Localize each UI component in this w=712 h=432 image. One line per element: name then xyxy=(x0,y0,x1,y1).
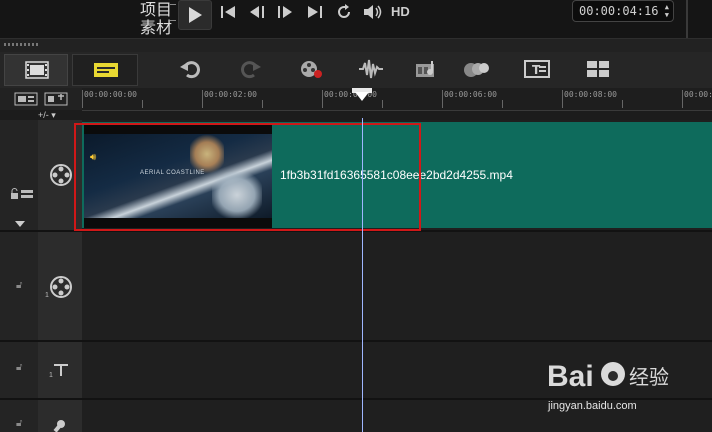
timecode-display[interactable]: 00:00:04:16 ▲ ▼ xyxy=(572,0,674,22)
divider xyxy=(686,0,688,38)
resize-grip-icon[interactable] xyxy=(4,43,40,46)
undo-button[interactable] xyxy=(176,57,204,81)
title-icon: T xyxy=(524,60,550,78)
storyboard-view-button[interactable] xyxy=(4,54,68,86)
lock-icon[interactable]: 🔓︎ xyxy=(16,362,22,373)
ruler-minor-tick xyxy=(622,100,623,108)
watermark-url: jingyan.baidu.com xyxy=(548,400,637,412)
ruler-tick-label: 00:00:02:00 xyxy=(204,90,257,99)
ruler-minor-tick xyxy=(262,100,263,108)
zoom-control[interactable]: +/- ▾ xyxy=(38,110,82,120)
skip-to-start-button[interactable] xyxy=(219,4,237,25)
ruler-major-tick xyxy=(442,90,443,108)
track-separator xyxy=(0,340,712,342)
track-lock-ripple-icon[interactable] xyxy=(10,188,34,202)
chapter-marker-icon[interactable] xyxy=(44,92,68,106)
skip-to-end-icon xyxy=(308,6,322,18)
ruler-header xyxy=(0,88,82,110)
ruler-minor-tick xyxy=(502,100,503,108)
svg-text:Bai: Bai xyxy=(547,360,594,393)
title-track-icon xyxy=(54,364,68,376)
mode-indicator xyxy=(170,20,176,21)
step-forward-button[interactable] xyxy=(276,4,296,25)
undo-icon xyxy=(180,61,200,79)
selection-highlight xyxy=(74,123,421,231)
motion-track-button[interactable] xyxy=(463,57,491,81)
play-button[interactable] xyxy=(178,0,212,30)
ruler-tick-label: 00:00:08:00 xyxy=(564,90,617,99)
volume-button[interactable] xyxy=(362,3,384,26)
ruler-tick-label: 00:00:00:00 xyxy=(84,90,137,99)
repeat-button[interactable] xyxy=(335,3,353,26)
music-mixer-button[interactable] xyxy=(413,57,441,81)
ruler-minor-tick xyxy=(382,100,383,108)
mode-indicator xyxy=(170,4,176,5)
repeat-icon xyxy=(338,4,350,18)
multi-camera-button[interactable] xyxy=(584,57,612,81)
ruler-major-tick xyxy=(322,90,323,108)
time-ruler[interactable]: 00:00:00:00 00:00:02:00 00:00:04:00 00:0… xyxy=(82,88,712,111)
ruler-major-tick xyxy=(202,90,203,108)
expand-arrow-icon[interactable] xyxy=(14,220,26,228)
skip-to-end-button[interactable] xyxy=(306,4,324,25)
record-capture-button[interactable] xyxy=(297,57,325,81)
timeline-icon xyxy=(94,63,118,77)
motion-track-icon xyxy=(464,63,489,77)
svg-text:经验: 经验 xyxy=(629,365,669,389)
step-back-button[interactable] xyxy=(247,4,267,25)
lock-icon[interactable]: 🔓︎ xyxy=(16,280,22,291)
ruler-major-tick xyxy=(82,90,83,108)
step-forward-icon xyxy=(278,6,292,18)
redo-icon xyxy=(241,61,261,79)
redo-button[interactable] xyxy=(237,57,265,81)
track-manager-icon[interactable] xyxy=(14,92,38,106)
step-back-icon xyxy=(250,6,264,18)
video-track-icon xyxy=(50,164,72,186)
film-strip-icon xyxy=(25,61,49,79)
hd-toggle[interactable]: HD xyxy=(391,4,410,19)
timecode-value: 00:00:04:16 xyxy=(579,4,659,18)
multi-camera-icon xyxy=(587,61,609,77)
voice-track-icon xyxy=(53,420,65,432)
playhead-line[interactable] xyxy=(362,118,363,432)
play-icon xyxy=(189,7,202,23)
mode-clip[interactable]: 素材 xyxy=(140,14,172,38)
skip-to-start-icon xyxy=(221,6,235,18)
ruler-tick-label: 00:00:1 xyxy=(684,90,712,99)
timecode-spinner[interactable]: ▲ ▼ xyxy=(665,3,669,19)
playhead-marker-icon[interactable] xyxy=(355,92,369,101)
ruler-tick-label: 00:00:06:00 xyxy=(444,90,497,99)
record-capture-icon xyxy=(301,61,322,78)
audio-button[interactable] xyxy=(357,57,385,81)
lock-icon[interactable]: 🔓︎ xyxy=(16,418,22,429)
audio-waveform-icon xyxy=(359,59,383,79)
panel-divider[interactable] xyxy=(0,38,712,53)
overlay-track-icon xyxy=(50,276,72,298)
ruler-major-tick xyxy=(682,90,683,108)
timeline-view-button[interactable] xyxy=(72,54,138,86)
ruler-minor-tick xyxy=(142,100,143,108)
music-mixer-icon xyxy=(416,61,434,77)
title-button[interactable]: T xyxy=(523,57,551,81)
volume-icon xyxy=(364,5,382,19)
ruler-major-tick xyxy=(562,90,563,108)
